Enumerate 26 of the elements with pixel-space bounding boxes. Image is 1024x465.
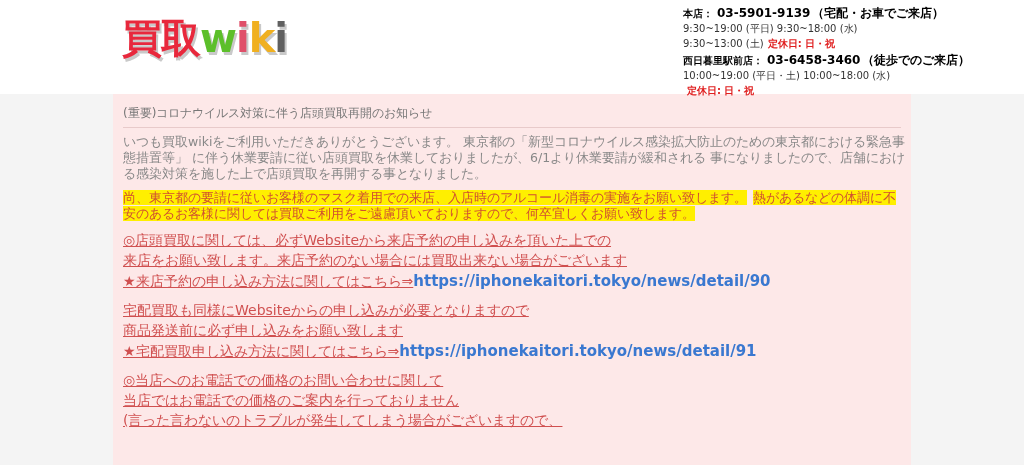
notice-line: 来店をお願い致します。来店予約のない場合には買取出来ない場合がございます xyxy=(123,251,627,270)
notice-line: 当店ではお電話での価格のご案内を行っておりません xyxy=(123,391,459,410)
closed-days: 定休日: 日・祝 xyxy=(767,36,836,51)
news-link[interactable]: https://iphonekaitori.tokyo/news/detail/90 xyxy=(413,270,771,293)
notice-line: ◎当店へのお電話での価格のお問い合わせに関して xyxy=(123,371,444,390)
notice-title: (重要)コロナウイルス対策に伴う店頭買取再開のお知らせ xyxy=(123,104,901,128)
notice-line: 宅配買取も同様にWebsiteからの申し込みが必要となりますので xyxy=(123,301,529,320)
closed-days: 定休日: 日・祝 xyxy=(683,83,971,98)
opening-hours: 10:00~19:00 (平日・土) 10:00~18:00 (水) xyxy=(683,69,891,83)
notice-line: ◎店頭買取に関しては、必ずWebsiteから来店予約の申し込みを頂いた上での xyxy=(123,231,612,250)
opening-hours: 9:30~13:00 (土) xyxy=(683,37,764,51)
notice-line: ★宅配買取申し込み方法に関してはこちら⇒ xyxy=(123,342,400,361)
store-note: （宅配・お車でご来店） xyxy=(812,6,945,21)
store-name: 本店： xyxy=(683,7,713,21)
store-note: （徒歩でのご来店） xyxy=(862,53,971,68)
intro-paragraph: いつも買取wikiをご利用いただきありがとうございます。 東京都の「新型コロナウイルス感染拡大防止のための東京都における緊急事態措置等」 に伴う休業要請に従い店頭買取を休業しておりましたが、6/1より休業要請が緩和される 事になりましたので、店舗における感染対策を施した上で店頭買取を再開する事となりました。 xyxy=(123,134,907,182)
notice-line: ★来店予約の申し込み方法に関してはこちら⇒ xyxy=(123,272,414,291)
phone-number: 03-5901-9139 xyxy=(717,6,811,21)
site-logo[interactable]: 買取wiki xyxy=(122,18,683,58)
opening-hours: 9:30~19:00 (平日) 9:30~18:00 (水) xyxy=(683,22,858,36)
highlighted-notice: 尚、東京都の要請に従いお客様のマスク着用での来店、入店時のアルコール消毒の実施をお願い致します。 xyxy=(123,190,747,205)
notice-line: (言った言わないのトラブルが発生してしまう場合がございますので、 xyxy=(123,411,563,430)
store-name: 西日暮里駅前店： xyxy=(683,54,763,68)
phone-number: 03-6458-3460 xyxy=(767,53,861,68)
notice-line: 商品発送前に必ず申し込みをお願い致します xyxy=(123,321,403,340)
news-link[interactable]: https://iphonekaitori.tokyo/news/detail/91 xyxy=(399,340,757,363)
